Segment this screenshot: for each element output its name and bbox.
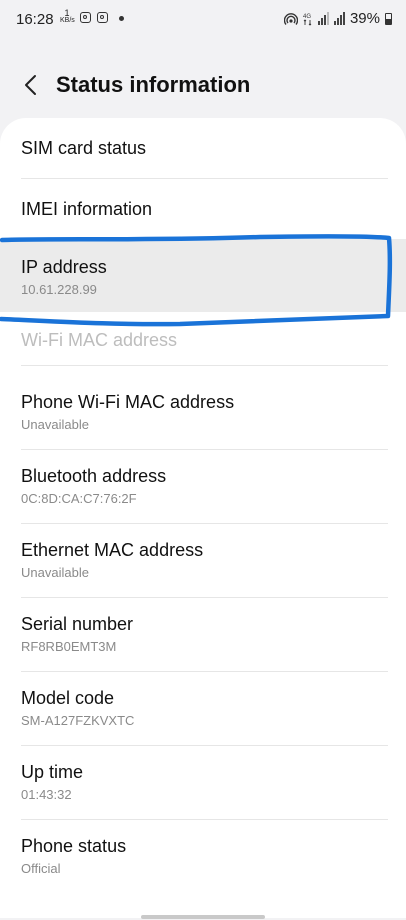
status-list: SIM card status IMEI information IP addr… — [0, 118, 406, 918]
list-item-imei-information[interactable]: IMEI information — [0, 179, 406, 239]
item-label: IMEI information — [21, 199, 153, 219]
item-label: Phone Wi-Fi MAC address — [21, 392, 235, 412]
app-bar: Status information — [0, 60, 406, 110]
item-label: Model code — [21, 688, 115, 708]
home-indicator[interactable] — [141, 915, 265, 919]
status-bar: 16:28 1 KB/s 4G 39% — [0, 0, 406, 40]
list-item-model-code[interactable]: Model code SM-A127FZKVXTC — [0, 672, 406, 746]
item-label: Ethernet MAC address — [21, 540, 204, 560]
item-label: Up time — [21, 762, 84, 782]
chevron-left-icon[interactable] — [20, 73, 44, 97]
item-value: 0C:8D:CA:C7:76:2F — [21, 491, 137, 506]
list-item-wifi-mac-address: Wi-Fi MAC address — [0, 312, 406, 366]
item-value: 01:43:32 — [21, 787, 72, 802]
list-item-serial-number[interactable]: Serial number RF8RB0EMT3M — [0, 598, 406, 672]
list-item-bluetooth-address[interactable]: Bluetooth address 0C:8D:CA:C7:76:2F — [0, 450, 406, 524]
network-speed-value: 1 — [64, 8, 70, 18]
4g-icon: 4G — [303, 14, 311, 26]
list-item-ip-address[interactable]: IP address 10.61.228.99 — [0, 239, 406, 312]
instagram-icon — [97, 12, 108, 23]
page-title: Status information — [56, 72, 251, 97]
list-item-ethernet-mac-address[interactable]: Ethernet MAC address Unavailable — [0, 524, 406, 598]
svg-text:4G: 4G — [303, 14, 311, 20]
item-label: Phone status — [21, 836, 127, 856]
status-right: 4G 39% — [283, 10, 392, 27]
item-label: Serial number — [21, 614, 134, 634]
signal-icon — [333, 12, 345, 25]
item-value: RF8RB0EMT3M — [21, 639, 117, 654]
network-speed-unit: KB/s — [60, 17, 75, 24]
item-value: 10.61.228.99 — [21, 282, 97, 297]
item-label: Wi-Fi MAC address — [21, 330, 178, 350]
list-item-phone-status[interactable]: Phone status Official — [0, 820, 406, 894]
divider — [21, 365, 388, 366]
network-speed: 1 KB/s — [60, 8, 75, 25]
list-item-sim-card-status[interactable]: SIM card status — [0, 118, 406, 179]
battery-icon — [385, 12, 392, 25]
item-value: Unavailable — [21, 565, 89, 580]
item-label: SIM card status — [21, 138, 147, 158]
hotspot-icon — [283, 12, 298, 25]
notification-dot-icon — [119, 16, 124, 21]
item-value: SM-A127FZKVXTC — [21, 713, 135, 728]
signal-icon — [317, 12, 329, 25]
list-item-phone-wifi-mac-address[interactable]: Phone Wi-Fi MAC address Unavailable — [0, 376, 406, 450]
item-label: IP address — [21, 257, 107, 277]
instagram-icon — [80, 12, 91, 23]
item-value: Unavailable — [21, 417, 89, 432]
battery-percent: 39% — [349, 10, 380, 27]
item-value: Official — [21, 861, 61, 876]
list-item-up-time[interactable]: Up time 01:43:32 — [0, 746, 406, 820]
status-time: 16:28 — [16, 11, 54, 28]
item-label: Bluetooth address — [21, 466, 167, 486]
